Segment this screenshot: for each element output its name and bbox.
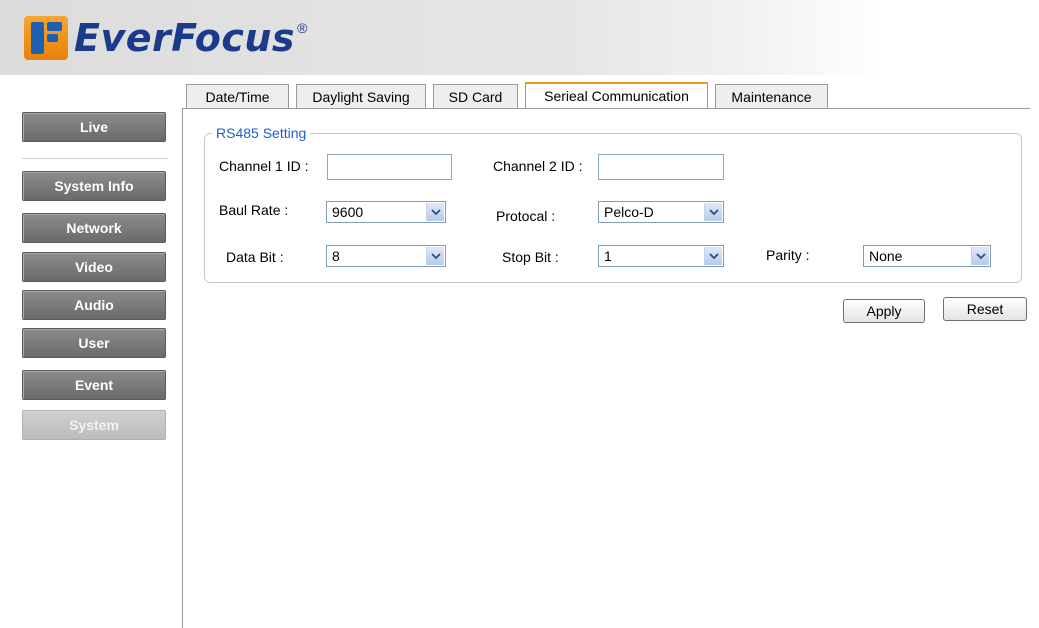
tab-daylight-saving[interactable]: Daylight Saving: [296, 84, 426, 108]
chevron-down-icon[interactable]: [426, 203, 444, 221]
rs485-legend: RS485 Setting: [212, 125, 311, 141]
channel1-id-input[interactable]: [327, 154, 452, 180]
tab-bar: Date/Time Daylight Saving SD Card Seriea…: [186, 82, 835, 109]
protocol-select[interactable]: Pelco-D: [598, 201, 724, 223]
parity-label: Parity :: [766, 247, 810, 263]
baud-rate-value: 9600: [332, 204, 364, 220]
sidebar-divider: [22, 158, 168, 159]
registered-mark: ®: [297, 20, 308, 36]
sidebar-item-live[interactable]: Live: [22, 112, 166, 142]
baud-rate-select[interactable]: 9600: [326, 201, 446, 223]
sidebar-item-video[interactable]: Video: [22, 252, 166, 282]
reset-button[interactable]: Reset: [943, 297, 1027, 321]
sidebar-item-user[interactable]: User: [22, 328, 166, 358]
protocol-label: Protocal :: [496, 208, 556, 224]
content-divider: [182, 108, 183, 628]
tab-underline: [182, 108, 1030, 109]
chevron-down-icon[interactable]: [426, 247, 444, 265]
sidebar-item-system[interactable]: System: [22, 410, 166, 440]
stop-bit-label: Stop Bit :: [502, 249, 559, 265]
brand-name: EverFocus: [74, 16, 296, 60]
stop-bit-value: 1: [604, 248, 612, 264]
protocol-value: Pelco-D: [604, 204, 654, 220]
data-bit-select[interactable]: 8: [326, 245, 446, 267]
chevron-down-icon[interactable]: [971, 247, 989, 265]
tab-sd-card[interactable]: SD Card: [433, 84, 518, 108]
data-bit-value: 8: [332, 248, 340, 264]
tab-maintenance[interactable]: Maintenance: [715, 84, 828, 108]
sidebar-item-event[interactable]: Event: [22, 370, 166, 400]
tab-serial-communication[interactable]: Serieal Communication: [525, 82, 708, 108]
channel2-label: Channel 2 ID :: [493, 158, 583, 174]
parity-select[interactable]: None: [863, 245, 991, 267]
data-bit-label: Data Bit :: [226, 249, 284, 265]
stop-bit-select[interactable]: 1: [598, 245, 724, 267]
sidebar-item-network[interactable]: Network: [22, 213, 166, 243]
channel1-label: Channel 1 ID :: [219, 158, 309, 174]
tab-date-time[interactable]: Date/Time: [186, 84, 289, 108]
everfocus-logo-icon: [24, 16, 68, 60]
baud-rate-label: Baul Rate :: [219, 202, 289, 218]
chevron-down-icon[interactable]: [704, 247, 722, 265]
sidebar-item-audio[interactable]: Audio: [22, 290, 166, 320]
sidebar-item-system-info[interactable]: System Info: [22, 171, 166, 201]
parity-value: None: [869, 248, 903, 264]
channel2-id-input[interactable]: [598, 154, 724, 180]
apply-button[interactable]: Apply: [843, 299, 925, 323]
header-banner: EverFocus ®: [0, 0, 1039, 75]
chevron-down-icon[interactable]: [704, 203, 722, 221]
brand-logo: EverFocus ®: [24, 16, 307, 60]
